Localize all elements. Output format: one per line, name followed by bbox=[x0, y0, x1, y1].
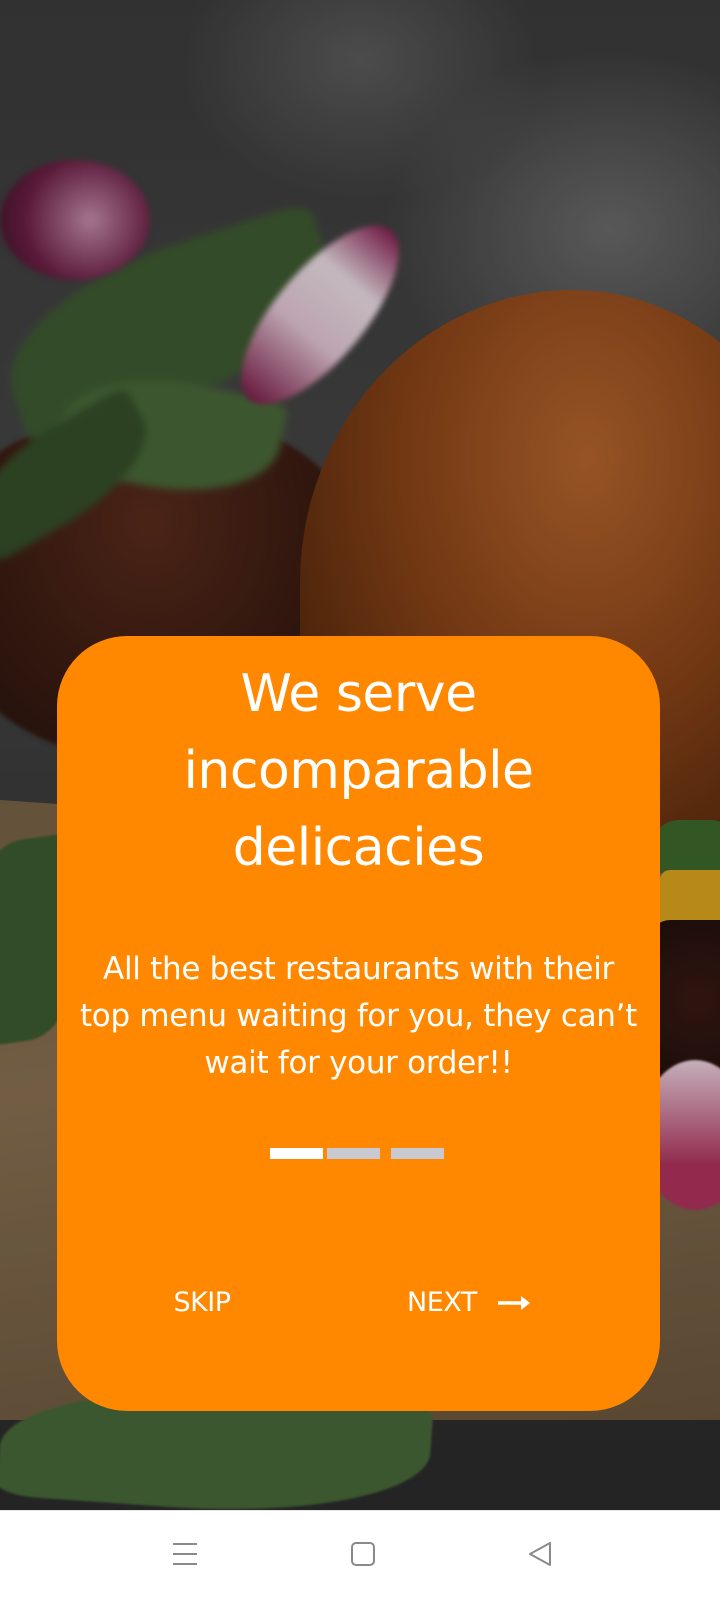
page-indicator-dot[interactable] bbox=[270, 1148, 323, 1159]
page-indicator-dot[interactable] bbox=[327, 1148, 380, 1159]
page-indicator-dot[interactable] bbox=[391, 1148, 444, 1159]
system-navigation-bar bbox=[0, 1510, 720, 1601]
skip-label: SKIP bbox=[173, 1287, 231, 1318]
page-indicator bbox=[270, 1148, 450, 1160]
next-label: NEXT bbox=[407, 1287, 477, 1318]
onboarding-card: We serve incomparable delicacies All the… bbox=[57, 636, 660, 1411]
back-triangle-icon bbox=[526, 1540, 554, 1573]
subtitle-line: wait for your order!! bbox=[204, 1045, 513, 1081]
subtitle-line: top menu waiting for you, they can’t bbox=[79, 998, 638, 1034]
arrow-right-icon bbox=[497, 1293, 531, 1313]
title-line: We serve bbox=[240, 664, 477, 724]
next-button[interactable]: NEXT bbox=[407, 1281, 557, 1325]
onboarding-title: We serve incomparable delicacies bbox=[77, 656, 640, 887]
back-button[interactable] bbox=[517, 1533, 563, 1579]
recent-apps-button[interactable] bbox=[162, 1533, 208, 1579]
title-line: incomparable bbox=[183, 741, 534, 801]
home-square-icon bbox=[349, 1540, 377, 1573]
menu-lines-icon bbox=[171, 1541, 199, 1572]
title-line: delicacies bbox=[232, 818, 485, 878]
skip-button[interactable]: SKIP bbox=[157, 1281, 247, 1325]
subtitle-line: All the best restaurants with their bbox=[103, 951, 614, 987]
onboarding-subtitle: All the best restaurants with their top … bbox=[57, 946, 660, 1087]
home-button[interactable] bbox=[340, 1533, 386, 1579]
